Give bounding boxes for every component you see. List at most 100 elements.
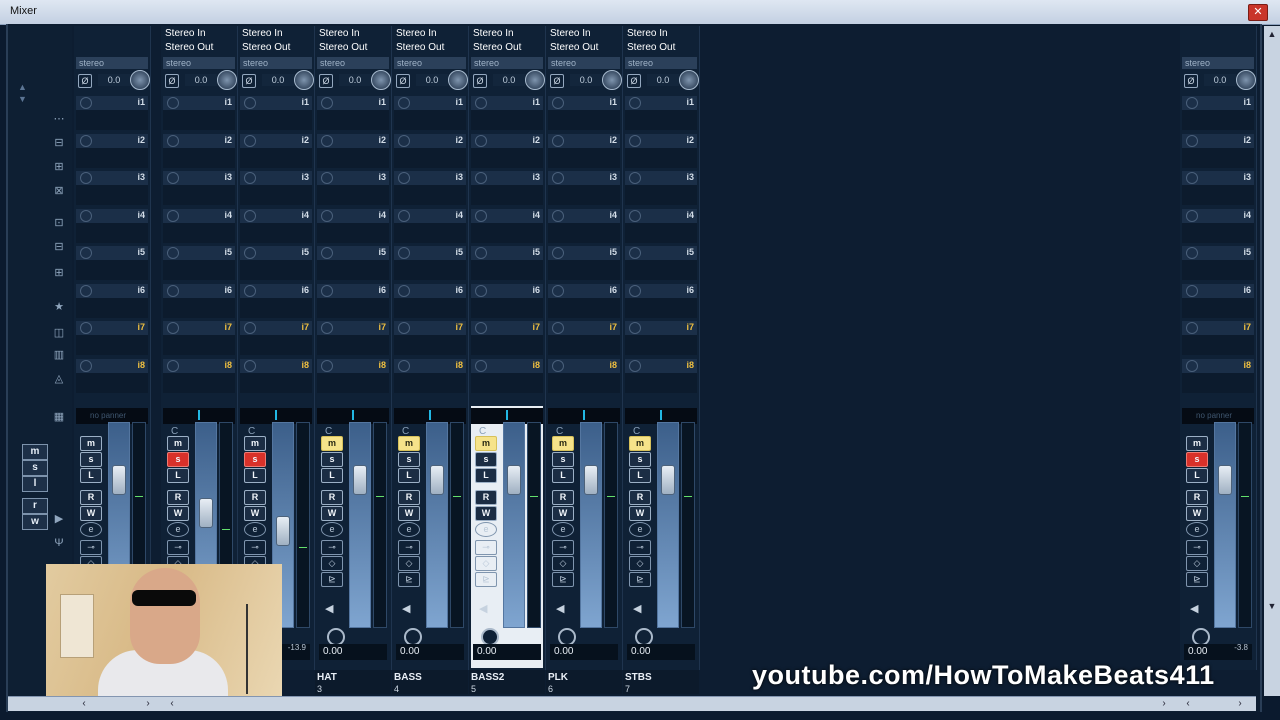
channel-6-bypass-eq-icon[interactable]: ◇ xyxy=(475,556,497,571)
channel-4-edit-icon[interactable]: e xyxy=(321,522,343,537)
master-listen-button[interactable]: L xyxy=(1186,468,1208,483)
channel-5-bypass-eq-icon[interactable]: ◇ xyxy=(398,556,420,571)
channel-6-bypass-sends-icon[interactable]: ⊵ xyxy=(475,572,497,587)
channel-8-read-button[interactable]: R xyxy=(629,490,651,505)
channel-4-insert-slot-2[interactable]: i2 xyxy=(317,134,389,170)
channel-6-insert-slot-1[interactable]: i1 xyxy=(471,96,543,132)
channel-6-insert-power-icon[interactable] xyxy=(475,210,487,222)
channel-5-phase-icon[interactable]: Ø xyxy=(396,74,410,88)
channel-7-insert-power-icon[interactable] xyxy=(552,360,564,372)
channel-7-write-button[interactable]: W xyxy=(552,506,574,521)
master-insert-body[interactable] xyxy=(1182,185,1254,205)
channel-8-insert-power-icon[interactable] xyxy=(629,285,641,297)
channel-2-insert-body[interactable] xyxy=(163,223,235,243)
channel-7-fader-track[interactable] xyxy=(580,422,602,628)
channel-5-insert-slot-2[interactable]: i2 xyxy=(394,134,466,170)
channel-3-insert-body[interactable] xyxy=(240,110,312,130)
channel-6-edit-icon[interactable]: e xyxy=(475,522,497,537)
channel-8-gain-knob[interactable] xyxy=(679,70,699,90)
grid-icon[interactable]: ▦ xyxy=(52,410,66,424)
channel-5-insert-body[interactable] xyxy=(394,260,466,280)
channel-7-phase-icon[interactable]: Ø xyxy=(550,74,564,88)
master-volume-readout[interactable]: 0.00 -3.8 xyxy=(1184,643,1252,660)
master-edit-icon[interactable]: e xyxy=(1186,522,1208,537)
channel-1-solo-button[interactable]: s xyxy=(80,452,102,467)
channel-4-bypass-eq-icon[interactable]: ◇ xyxy=(321,556,343,571)
channel-3-listen-button[interactable]: L xyxy=(244,468,266,483)
master-speaker-icon[interactable]: ◀ xyxy=(1190,602,1198,615)
channel-5-bypass-inserts-icon[interactable]: ⊸ xyxy=(398,540,420,555)
channel-3-insert-body[interactable] xyxy=(240,148,312,168)
channel-7-insert-power-icon[interactable] xyxy=(552,247,564,259)
channel-4-mute-button[interactable]: m xyxy=(321,436,343,451)
channel-6-insert-slot-2[interactable]: i2 xyxy=(471,134,543,170)
channel-6-insert-body[interactable] xyxy=(471,298,543,318)
channel-1-bypass-inserts-icon[interactable]: ⊸ xyxy=(80,540,102,555)
channel-8-insert-body[interactable] xyxy=(625,298,697,318)
channel-2-insert-power-icon[interactable] xyxy=(167,285,179,297)
channel-1-edit-icon[interactable]: e xyxy=(80,522,102,537)
channel-7-bypass-eq-icon[interactable]: ◇ xyxy=(552,556,574,571)
scroll-left-arrow-icon-2[interactable]: ‹ xyxy=(166,698,178,710)
channel-2-insert-slot-5[interactable]: i5 xyxy=(163,246,235,282)
channel-6-insert-power-icon[interactable] xyxy=(475,97,487,109)
channel-5-gain-knob[interactable] xyxy=(448,70,468,90)
channel-4-fader-handle[interactable] xyxy=(353,465,367,495)
channel-2-insert-body[interactable] xyxy=(163,335,235,355)
collapse-up-arrow-icon[interactable]: ▲ xyxy=(18,82,30,92)
channel-3-insert-body[interactable] xyxy=(240,223,312,243)
channel-6-read-button[interactable]: R xyxy=(475,490,497,505)
channel-1-insert-slot-7[interactable]: i7 xyxy=(76,321,148,357)
channel-1-insert-power-icon[interactable] xyxy=(80,210,92,222)
channel-5-speaker-icon[interactable]: ◀ xyxy=(402,602,410,615)
channel-2-gain-knob[interactable] xyxy=(217,70,237,90)
channel-6-insert-slot-7[interactable]: i7 xyxy=(471,321,543,357)
channel-8-listen-button[interactable]: L xyxy=(629,468,651,483)
channel-7-insert-body[interactable] xyxy=(548,110,620,130)
channel-1-insert-body[interactable] xyxy=(76,335,148,355)
channel-5-listen-button[interactable]: L xyxy=(398,468,420,483)
channel-1-insert-slot-2[interactable]: i2 xyxy=(76,134,148,170)
channel-1-insert-slot-6[interactable]: i6 xyxy=(76,284,148,320)
channel-3-write-button[interactable]: W xyxy=(244,506,266,521)
channel-8-insert-body[interactable] xyxy=(625,110,697,130)
channel-5-edit-icon[interactable]: e xyxy=(398,522,420,537)
master-insert-power-icon[interactable] xyxy=(1186,360,1198,372)
channel-8-insert-body[interactable] xyxy=(625,185,697,205)
channel-6-fader-handle[interactable] xyxy=(507,465,521,495)
channel-4-insert-slot-6[interactable]: i6 xyxy=(317,284,389,320)
channel-8-insert-power-icon[interactable] xyxy=(629,210,641,222)
insert-view-icon[interactable]: ⊞ xyxy=(52,160,66,174)
channel-8-mute-button[interactable]: m xyxy=(629,436,651,451)
channel-6-insert-power-icon[interactable] xyxy=(475,135,487,147)
channel-1-mute-button[interactable]: m xyxy=(80,436,102,451)
master-insert-body[interactable] xyxy=(1182,110,1254,130)
global-read-button[interactable]: r xyxy=(22,498,48,514)
channel-5-insert-slot-8[interactable]: i8 xyxy=(394,359,466,395)
tune-fork-icon[interactable]: Ψ xyxy=(52,536,66,550)
channel-5-input-gain[interactable]: 0.0 xyxy=(416,74,448,86)
master-insert-slot-1[interactable]: i1 xyxy=(1182,96,1254,132)
channel-3-output-routing[interactable]: Stereo Out xyxy=(242,42,290,53)
play-icon[interactable]: ▶ xyxy=(52,512,66,526)
channel-3-insert-power-icon[interactable] xyxy=(244,210,256,222)
channel-7-insert-body[interactable] xyxy=(548,298,620,318)
channel-4-insert-body[interactable] xyxy=(317,260,389,280)
channel-5-insert-body[interactable] xyxy=(394,223,466,243)
channel-2-insert-slot-1[interactable]: i1 xyxy=(163,96,235,132)
channel-8-insert-power-icon[interactable] xyxy=(629,135,641,147)
channel-5-insert-power-icon[interactable] xyxy=(398,97,410,109)
channel-4-phase-icon[interactable]: Ø xyxy=(319,74,333,88)
channel-2-insert-power-icon[interactable] xyxy=(167,135,179,147)
link-icon[interactable]: ⊞ xyxy=(52,266,66,280)
channel-7-bypass-sends-icon[interactable]: ⊵ xyxy=(552,572,574,587)
channel-8-insert-power-icon[interactable] xyxy=(629,322,641,334)
channel-4-insert-slot-7[interactable]: i7 xyxy=(317,321,389,357)
channel-1-insert-slot-5[interactable]: i5 xyxy=(76,246,148,282)
eq-view-icon[interactable]: ⊡ xyxy=(52,216,66,230)
channel-8-input-gain[interactable]: 0.0 xyxy=(647,74,679,86)
channel-3-insert-power-icon[interactable] xyxy=(244,322,256,334)
channel-1-insert-power-icon[interactable] xyxy=(80,285,92,297)
channel-7-insert-power-icon[interactable] xyxy=(552,322,564,334)
channel-7-insert-slot-7[interactable]: i7 xyxy=(548,321,620,357)
